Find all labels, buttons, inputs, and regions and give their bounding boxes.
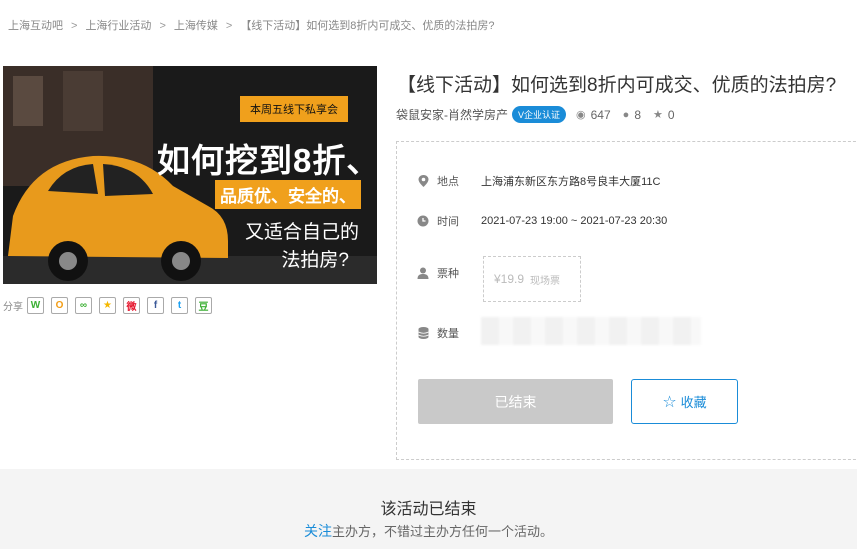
ticket-row: 票种	[417, 265, 481, 281]
database-icon	[417, 327, 429, 339]
stars-stat: ★ 0	[653, 108, 675, 122]
quantity-row: 数量	[417, 325, 481, 341]
eye-icon: ◉	[576, 109, 586, 121]
event-title: 【线下活动】如何选到8折内可成交、优质的法拍房?	[397, 75, 837, 96]
breadcrumb-link-industry[interactable]: 上海行业活动	[85, 20, 151, 32]
location-row: 地点 上海浦东新区东方路8号良丰大厦11C	[417, 173, 660, 189]
favorite-button[interactable]: ☆ 收藏	[631, 379, 738, 424]
comments-stat: ● 8	[623, 108, 641, 122]
quantity-blurred	[481, 317, 701, 345]
ticket-price: ¥19.9	[494, 272, 525, 286]
event-ended-notice: 该活动已结束 关注主办方，不错过主办方任何一个活动。	[0, 469, 857, 549]
time-label: 时间	[437, 216, 459, 228]
ticket-label: 票种	[437, 268, 459, 280]
verified-badge: V企业认证	[512, 106, 567, 123]
breadcrumb-link-media[interactable]: 上海传媒	[174, 20, 218, 32]
breadcrumb-separator: >	[71, 20, 78, 32]
breadcrumb-link-home[interactable]: 上海互动吧	[8, 20, 63, 32]
time-value: 2021-07-23 19:00 ~ 2021-07-23 20:30	[481, 215, 668, 227]
star-outline-icon: ☆	[662, 393, 677, 411]
share-bar: 分享 W O ∞ ★ 微 f t 豆	[3, 297, 219, 314]
clock-icon	[417, 215, 429, 227]
share-label: 分享	[3, 302, 23, 313]
poster-tag: 本周五线下私享会	[240, 96, 348, 122]
views-count: 647	[590, 107, 611, 122]
organizer-name[interactable]: 袋鼠安家-肖然学房产	[396, 106, 508, 123]
douban-icon[interactable]: 豆	[195, 297, 212, 314]
ended-button[interactable]: 已结束	[418, 379, 613, 424]
views-stat: ◉ 647	[576, 108, 611, 122]
qzone-icon[interactable]: ★	[99, 297, 116, 314]
wechat-icon[interactable]: W	[27, 297, 44, 314]
weibo-icon[interactable]: 微	[123, 297, 140, 314]
user-icon	[417, 267, 429, 279]
breadcrumb-current: 【线下活动】如何选到8折内可成交、优质的法拍房?	[240, 20, 495, 32]
follow-link[interactable]: 关注	[304, 523, 332, 539]
breadcrumb: 上海互动吧 > 上海行业活动 > 上海传媒 > 【线下活动】如何选到8折内可成交、优质的法拍…	[8, 17, 495, 33]
location-pin-icon	[417, 175, 429, 187]
notice-heading: 该活动已结束	[380, 501, 477, 518]
facebook-icon[interactable]: f	[147, 297, 164, 314]
location-value: 上海浦东新区东方路8号良丰大厦11C	[481, 176, 661, 188]
event-meta: 袋鼠安家-肖然学房产 V企业认证 ◉ 647 ● 8 ★ 0	[396, 106, 687, 123]
star-icon: ★	[653, 109, 663, 121]
time-row: 时间 2021-07-23 19:00 ~ 2021-07-23 20:30	[417, 213, 667, 229]
link-icon[interactable]: ∞	[75, 297, 92, 314]
notice-text: 关注主办方，不错过主办方任何一个活动。	[0, 521, 857, 541]
poster-headline: 如何挖到8折、	[157, 142, 377, 179]
event-poster: 本周五线下私享会 如何挖到8折、 品质优、安全的、 又适合自己的 法拍房?	[3, 66, 377, 284]
ticket-type: 现场票	[530, 275, 561, 287]
comment-icon: ●	[622, 108, 630, 121]
comments-count: 8	[634, 107, 641, 122]
favorite-label: 收藏	[680, 395, 707, 410]
location-label: 地点	[437, 176, 459, 188]
stars-count: 0	[667, 107, 675, 122]
quantity-label: 数量	[437, 328, 459, 340]
ticket-option[interactable]: ¥19.9 现场票	[483, 256, 581, 302]
notice-body: 主办方，不错过主办方任何一个活动。	[331, 524, 553, 539]
poster-line3: 又适合自己的	[244, 222, 359, 243]
twitter-icon[interactable]: t	[171, 297, 188, 314]
event-info-panel: 地点 上海浦东新区东方路8号良丰大厦11C 时间 2021-07-23 19:0…	[396, 141, 857, 460]
poster-highlight: 品质优、安全的、	[215, 180, 361, 209]
breadcrumb-separator: >	[159, 20, 166, 32]
moments-icon[interactable]: O	[51, 297, 68, 314]
breadcrumb-separator: >	[225, 20, 233, 32]
poster-line4: 法拍房?	[281, 250, 349, 271]
